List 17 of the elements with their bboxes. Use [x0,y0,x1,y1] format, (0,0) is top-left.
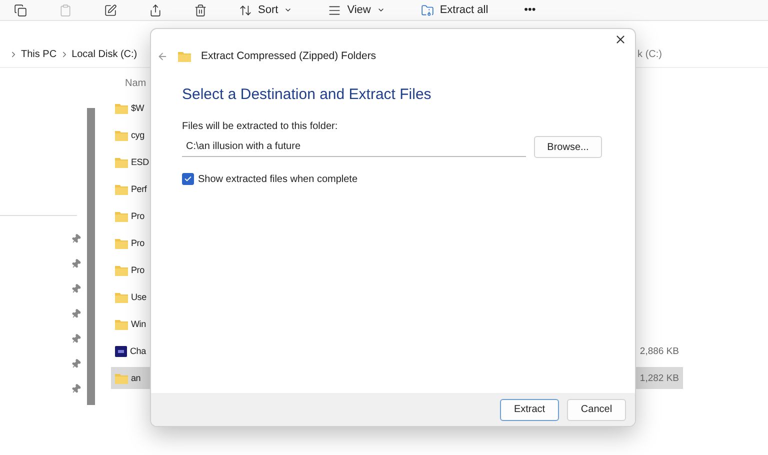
file-name: an [131,373,141,383]
file-name: Pro [131,238,144,248]
dialog-heading: Select a Destination and Extract Files [182,86,432,103]
file-size: 1,282 KB [640,372,679,384]
file-name: Win [131,319,146,329]
file-name: ESD [131,157,149,167]
file-name: Perf [131,184,147,194]
file-name: Cha [130,346,146,356]
file-name: Use [131,292,146,302]
file-name: Pro [131,211,144,221]
checkbox-label: Show extracted files when complete [198,174,358,184]
file-name: $W [131,103,144,113]
field-label: Files will be extracted to this folder: [182,121,339,132]
file-name: cyg [131,130,144,140]
file-name: Pro [131,265,144,275]
dialog-title: Extract Compressed (Zipped) Folders [201,50,376,62]
file-size: 2,886 KB [640,346,679,356]
